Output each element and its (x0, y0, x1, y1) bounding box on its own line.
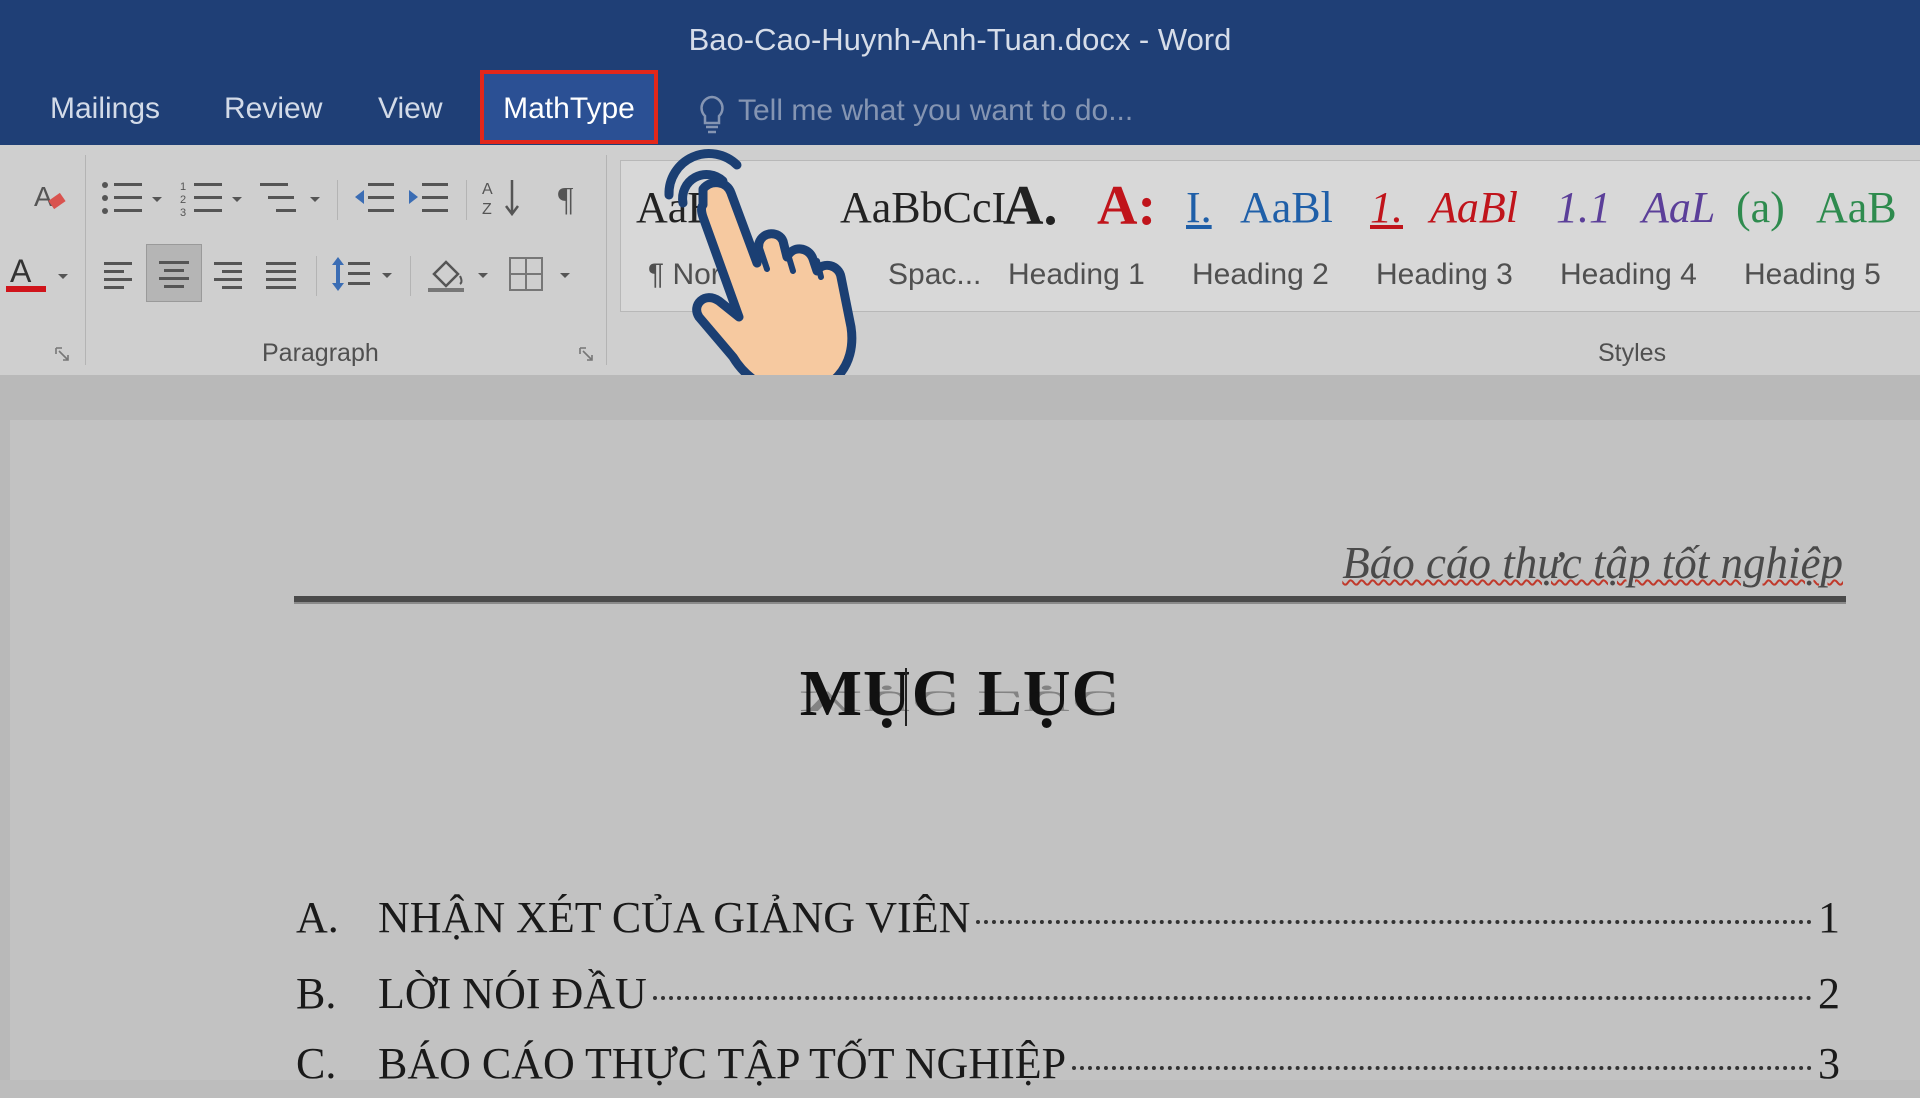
eraser-icon[interactable]: A (30, 178, 70, 218)
style-name-heading-5[interactable]: Heading 5 (1744, 258, 1881, 292)
bullets-icon[interactable] (100, 178, 170, 218)
group-separator (85, 155, 86, 365)
toc-entry-page: 1 (1818, 893, 1840, 942)
style-sample-paren-a[interactable]: (a) (1736, 182, 1785, 233)
toc-title-reflection: MỤC LỤC (799, 684, 1121, 718)
style-sample-heading-5[interactable]: AaB (1816, 182, 1897, 233)
toc-entry[interactable]: B. LỜI NÓI ĐẦU 2 (296, 968, 1840, 1028)
svg-text:A: A (34, 181, 53, 212)
separator (337, 180, 338, 220)
style-sample-a-colon[interactable]: A: (1097, 174, 1156, 238)
style-sample-one-one[interactable]: 1.1 (1556, 182, 1611, 233)
font-color-icon[interactable]: A (4, 254, 74, 294)
svg-text:Z: Z (482, 201, 492, 218)
svg-text:1: 1 (180, 181, 186, 193)
style-sample-heading-4[interactable]: AaL (1642, 182, 1715, 233)
tab-mailings[interactable]: Mailings (50, 92, 160, 126)
toc-leader-dots (652, 996, 1812, 1000)
tab-mathtype[interactable]: MathType (480, 92, 658, 126)
lightbulb-icon[interactable] (697, 94, 727, 136)
style-sample-heading-1[interactable]: A. (1003, 174, 1057, 238)
align-right-icon[interactable] (212, 258, 246, 290)
numbering-icon[interactable]: 123 (180, 178, 250, 218)
hand-pointer-icon (655, 145, 905, 398)
toc-entry[interactable]: A. NHẬN XÉT CỦA GIẢNG VIÊN 1 (296, 892, 1840, 952)
toc-entry-letter: A. (296, 893, 339, 942)
toc-leader-dots (1072, 1066, 1812, 1070)
toc-entry-letter: C. (296, 1039, 337, 1088)
style-name-heading-4[interactable]: Heading 4 (1560, 258, 1697, 292)
line-spacing-icon[interactable] (330, 254, 400, 294)
separator (316, 256, 317, 296)
style-name-heading-2[interactable]: Heading 2 (1192, 258, 1329, 292)
toc-entry-page: 3 (1818, 1039, 1840, 1088)
pilcrow-icon[interactable]: ¶ (556, 178, 586, 218)
toc-leader-dots (976, 920, 1812, 924)
sort-icon[interactable]: AZ (480, 176, 524, 220)
svg-text:A: A (482, 181, 493, 198)
page-header-text: Báo cáo thực tập tốt nghiệp (1342, 538, 1843, 588)
paragraph-group-label: Paragraph (262, 339, 379, 367)
style-sample-roman-one[interactable]: I. (1186, 182, 1212, 233)
font-dialog-launcher-icon[interactable] (54, 346, 70, 362)
tab-view[interactable]: View (378, 92, 442, 126)
group-separator (606, 155, 607, 365)
style-sample-one-dot[interactable]: 1. (1370, 182, 1403, 233)
separator (466, 180, 467, 220)
style-sample-heading-3[interactable]: AaBl (1430, 182, 1518, 233)
toc-entry-page: 2 (1818, 969, 1840, 1018)
style-sample-heading-2[interactable]: AaBl (1240, 182, 1333, 233)
styles-group-label: Styles (1598, 339, 1667, 367)
align-center-icon[interactable] (146, 244, 202, 302)
style-name-heading-3[interactable]: Heading 3 (1376, 258, 1513, 292)
justify-icon[interactable] (264, 258, 298, 290)
toc-entry-text: NHẬN XÉT CỦA GIẢNG VIÊN (378, 893, 971, 942)
text-cursor (905, 668, 907, 726)
toc-entry-text: LỜI NÓI ĐẦU (378, 969, 647, 1018)
toc-entry[interactable]: C. BÁO CÁO THỰC TẬP TỐT NGHIỆP 3 (296, 1038, 1840, 1098)
toc-entry-letter: B. (296, 969, 337, 1018)
style-name-heading-1[interactable]: Heading 1 (1008, 258, 1145, 292)
svg-text:A: A (10, 254, 32, 289)
title-bar: Bao-Cao-Huynh-Anh-Tuan.docx - Word Maili… (0, 0, 1920, 145)
tab-review[interactable]: Review (224, 92, 322, 126)
header-rule (294, 596, 1846, 604)
svg-text:3: 3 (180, 207, 186, 218)
borders-icon[interactable] (506, 254, 576, 294)
shading-icon[interactable] (424, 254, 494, 294)
window-title: Bao-Cao-Huynh-Anh-Tuan.docx - Word (688, 22, 1232, 57)
svg-text:¶: ¶ (558, 181, 574, 218)
decrease-indent-icon[interactable] (352, 178, 396, 218)
separator (410, 256, 411, 296)
paragraph-dialog-launcher-icon[interactable] (578, 346, 594, 362)
toc-entry-text: BÁO CÁO THỰC TẬP TỐT NGHIỆP (378, 1039, 1067, 1088)
svg-text:2: 2 (180, 194, 186, 206)
align-left-icon[interactable] (102, 258, 136, 290)
tell-me-input[interactable]: Tell me what you want to do... (738, 94, 1133, 128)
multilevel-list-icon[interactable] (258, 178, 328, 218)
increase-indent-icon[interactable] (406, 178, 450, 218)
